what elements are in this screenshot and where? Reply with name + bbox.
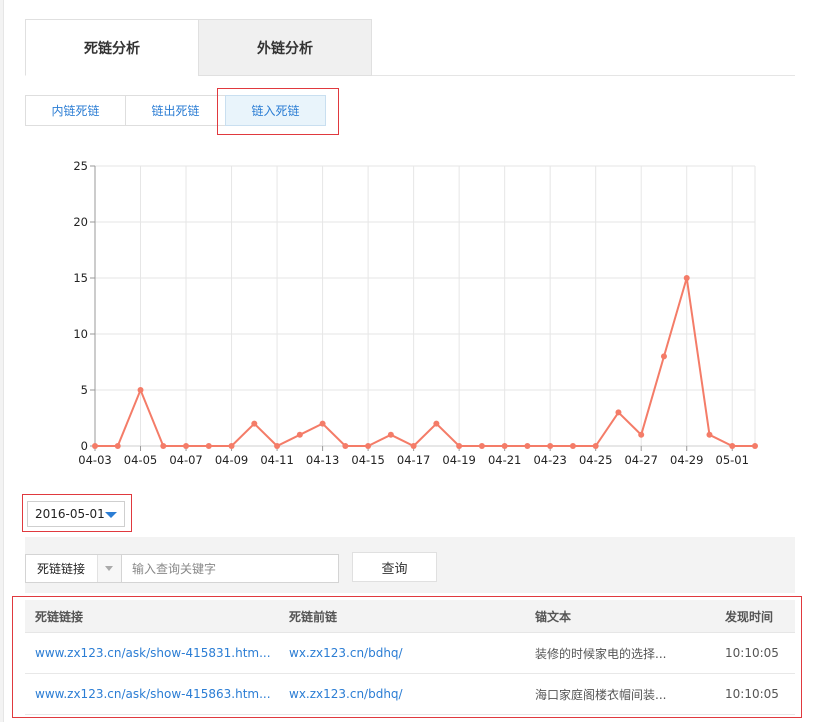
table-row: www.zx123.cn/ask/show-415863.htm... wx.z…	[25, 674, 795, 715]
chart-x-tick-label: 04-13	[306, 453, 339, 467]
header-referrer-link: 死链前链	[289, 609, 338, 624]
chart-y-tick-label: 10	[73, 327, 88, 341]
tab-external-link-analysis[interactable]: 外链分析	[198, 19, 372, 76]
chart-x-tick-label: 04-07	[169, 453, 202, 467]
chart-x-tick-label: 04-23	[533, 453, 566, 467]
chart-data-point	[524, 443, 531, 449]
chart-data-point	[683, 275, 690, 281]
chart-data-point	[569, 443, 576, 449]
chart-y-tick-label: 25	[73, 159, 88, 173]
chart-series-line	[95, 277, 755, 448]
found-time: 10:10:05	[725, 687, 779, 701]
chart-x-tick-label: 04-25	[579, 453, 612, 467]
chart-data-point	[547, 443, 554, 449]
search-input[interactable]	[121, 554, 339, 583]
referrer-link-url[interactable]: wx.zx123.cn/bdhq/	[289, 674, 519, 714]
chart-y-tick-label: 15	[73, 271, 88, 285]
header-dead-link: 死链链接	[35, 609, 84, 624]
chart-data-point	[319, 420, 326, 427]
chart-x-tick-label: 04-11	[260, 453, 293, 467]
dead-link-table: 死链链接 死链前链 锚文本 发现时间 www.zx123.cn/ask/show…	[25, 600, 795, 715]
highlight-box-date	[22, 494, 132, 532]
chart-y-tick-label: 0	[81, 439, 88, 453]
subtab-internal-dead-links[interactable]: 内链死链	[25, 95, 126, 126]
main-tab-bar: 死链分析 外链分析	[25, 19, 795, 76]
chart-x-tick-label: 04-21	[488, 453, 521, 467]
chevron-down-icon	[105, 566, 113, 571]
search-field-select[interactable]: 死链链接	[25, 554, 122, 583]
anchor-text: 装修的时候家电的选择...	[535, 646, 667, 661]
tab-dead-link-analysis[interactable]: 死链分析	[25, 19, 199, 76]
subtab-outbound-dead-links[interactable]: 链出死链	[125, 95, 226, 126]
chart-data-point	[296, 431, 303, 438]
chart-data-point	[752, 443, 758, 449]
chart-data-point	[274, 443, 281, 449]
chart-x-tick-label: 04-09	[215, 453, 248, 467]
query-button[interactable]: 查询	[352, 552, 437, 582]
chart-data-point	[387, 431, 394, 438]
chart-data-point	[410, 443, 417, 449]
highlight-box-subtab	[217, 88, 339, 135]
chart-data-point	[592, 443, 599, 449]
chart-x-tick-label: 04-27	[624, 453, 657, 467]
chart-x-tick-label: 04-03	[78, 453, 111, 467]
table-row: www.zx123.cn/ask/show-415831.htm... wx.z…	[25, 633, 795, 674]
chart-data-point	[251, 420, 258, 427]
chart-data-point	[660, 353, 667, 360]
chart-data-point	[456, 443, 463, 449]
chart-x-tick-label: 04-19	[442, 453, 475, 467]
dead-link-url[interactable]: www.zx123.cn/ask/show-415863.htm...	[35, 674, 275, 714]
found-time: 10:10:05	[725, 646, 779, 660]
chart-data-point	[706, 431, 713, 438]
anchor-text: 海口家庭阁楼衣帽间装...	[535, 687, 667, 702]
search-field-select-value: 死链链接	[37, 562, 86, 576]
chart-x-tick-label: 04-17	[397, 453, 430, 467]
chart-data-point	[92, 443, 98, 449]
header-anchor-text: 锚文本	[535, 609, 572, 624]
chart-data-point	[638, 431, 645, 438]
chart-data-point	[228, 443, 235, 449]
chart-data-point	[137, 387, 144, 393]
chart-data-point	[433, 420, 440, 427]
chart-data-point	[501, 443, 508, 449]
chart-x-tick-label: 05-01	[716, 453, 749, 467]
dead-link-url[interactable]: www.zx123.cn/ask/show-415831.htm...	[35, 633, 275, 673]
select-toggle[interactable]	[97, 555, 121, 582]
chart-x-tick-label: 04-15	[351, 453, 384, 467]
referrer-link-url[interactable]: wx.zx123.cn/bdhq/	[289, 633, 519, 673]
chart-y-tick-label: 20	[73, 215, 88, 229]
chart-data-point	[114, 443, 121, 449]
dead-link-trend-chart: 0 5 10 15 20 25 04-03 04-05 04-07 04-09 04-11 04-13…	[73, 159, 758, 467]
chart-data-point	[615, 409, 622, 416]
chart-data-point	[183, 443, 190, 449]
chart-data-point	[205, 443, 212, 449]
table-header: 死链链接 死链前链 锚文本 发现时间	[25, 600, 795, 633]
chart-x-tick-label: 04-05	[124, 453, 157, 467]
chart-data-point	[160, 443, 167, 449]
header-found-time: 发现时间	[725, 609, 774, 624]
chart-data-point	[342, 443, 349, 449]
chart-y-tick-label: 5	[81, 383, 88, 397]
chart-data-point	[365, 443, 372, 449]
chart-data-point	[478, 443, 485, 449]
chart-x-tick-label: 04-29	[670, 453, 703, 467]
chart-data-point	[729, 443, 736, 449]
